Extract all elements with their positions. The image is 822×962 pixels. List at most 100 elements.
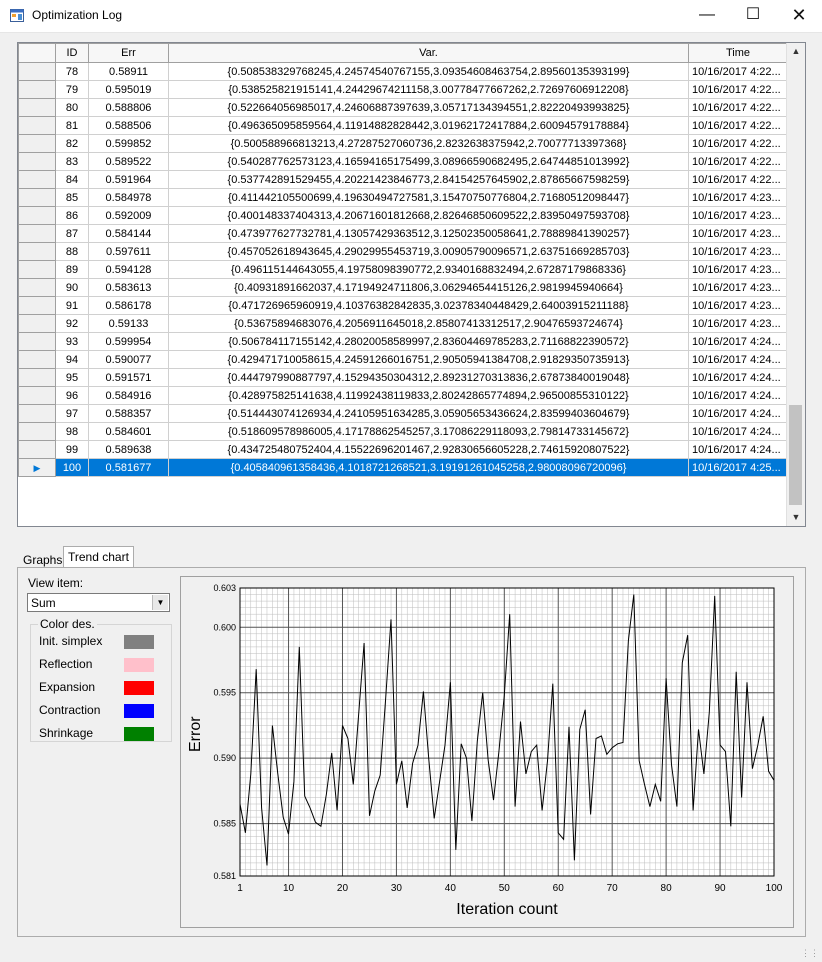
column-header-var[interactable]: Var. bbox=[168, 43, 689, 63]
row-header[interactable] bbox=[18, 260, 56, 279]
cell-var[interactable]: {0.473977627732781,4.13057429363512,3.12… bbox=[168, 224, 689, 243]
column-header-time[interactable]: Time bbox=[688, 43, 788, 63]
row-header[interactable] bbox=[18, 152, 56, 171]
cell-var[interactable]: {0.496115144643055,4.19758098390772,2.93… bbox=[168, 260, 689, 279]
cell-var[interactable]: {0.540287762573123,4.16594165175499,3.08… bbox=[168, 152, 689, 171]
table-row[interactable]: 85 0.584978 {0.411442105500699,4.196304947… bbox=[18, 188, 788, 207]
cell-time[interactable]: 10/16/2017 4:24... bbox=[688, 386, 788, 405]
cell-err[interactable]: 0.581677 bbox=[88, 458, 169, 477]
cell-id[interactable]: 98 bbox=[55, 422, 89, 441]
row-header[interactable] bbox=[18, 314, 56, 333]
cell-id[interactable]: 85 bbox=[55, 188, 89, 207]
cell-err[interactable]: 0.590077 bbox=[88, 350, 169, 369]
cell-var[interactable]: {0.444797990887797,4.15294350304312,2.89… bbox=[168, 368, 689, 387]
row-header[interactable] bbox=[18, 422, 56, 441]
cell-var[interactable]: {0.429471710058615,4.24591266016751,2.90… bbox=[168, 350, 689, 369]
column-header-id[interactable]: ID bbox=[55, 43, 89, 63]
table-row[interactable]: 92 0.59133 {0.53675894683076,4.20569116450… bbox=[18, 314, 788, 333]
cell-id[interactable]: 80 bbox=[55, 98, 89, 117]
cell-time[interactable]: 10/16/2017 4:22... bbox=[688, 170, 788, 189]
table-row[interactable]: 81 0.588506 {0.496365095859564,4.119148828… bbox=[18, 116, 788, 135]
cell-id[interactable]: 91 bbox=[55, 296, 89, 315]
cell-err[interactable]: 0.584144 bbox=[88, 224, 169, 243]
row-header[interactable] bbox=[18, 80, 56, 99]
row-header[interactable] bbox=[18, 224, 56, 243]
cell-id[interactable]: 82 bbox=[55, 134, 89, 153]
cell-id[interactable]: 96 bbox=[55, 386, 89, 405]
cell-var[interactable]: {0.400148337404313,4.20671601812668,2.82… bbox=[168, 206, 689, 225]
table-row[interactable]: 87 0.584144 {0.473977627732781,4.130574293… bbox=[18, 224, 788, 243]
resize-grip-icon[interactable]: ⋮⋮ bbox=[801, 948, 819, 959]
table-row[interactable]: 91 0.586178 {0.471726965960919,4.103763828… bbox=[18, 296, 788, 315]
cell-err[interactable]: 0.59133 bbox=[88, 314, 169, 333]
row-header[interactable] bbox=[18, 404, 56, 423]
cell-var[interactable]: {0.411442105500699,4.19630494727581,3.15… bbox=[168, 188, 689, 207]
cell-time[interactable]: 10/16/2017 4:24... bbox=[688, 440, 788, 459]
cell-err[interactable]: 0.588806 bbox=[88, 98, 169, 117]
cell-err[interactable]: 0.584916 bbox=[88, 386, 169, 405]
close-button[interactable]: ✕ bbox=[776, 0, 822, 32]
cell-var[interactable]: {0.405840961358436,4.1018721268521,3.191… bbox=[168, 458, 689, 477]
row-header[interactable] bbox=[18, 350, 56, 369]
cell-time[interactable]: 10/16/2017 4:23... bbox=[688, 296, 788, 315]
cell-err[interactable]: 0.588506 bbox=[88, 116, 169, 135]
cell-time[interactable]: 10/16/2017 4:22... bbox=[688, 80, 788, 99]
cell-id[interactable]: 100 bbox=[55, 458, 89, 477]
row-header[interactable] bbox=[18, 278, 56, 297]
maximize-button[interactable]: ☐ bbox=[730, 0, 776, 32]
cell-time[interactable]: 10/16/2017 4:24... bbox=[688, 404, 788, 423]
cell-var[interactable]: {0.457052618943645,4.29029955453719,3.00… bbox=[168, 242, 689, 261]
cell-var[interactable]: {0.522664056985017,4.24606887397639,3.05… bbox=[168, 98, 689, 117]
cell-var[interactable]: {0.434725480752404,4.15522696201467,2.92… bbox=[168, 440, 689, 459]
cell-id[interactable]: 83 bbox=[55, 152, 89, 171]
cell-var[interactable]: {0.514443074126934,4.24105951634285,3.05… bbox=[168, 404, 689, 423]
scroll-down-icon[interactable]: ▼ bbox=[787, 509, 805, 526]
tab-trend-chart[interactable]: Trend chart bbox=[63, 546, 134, 569]
cell-err[interactable]: 0.586178 bbox=[88, 296, 169, 315]
view-item-select[interactable]: Sum ▼ bbox=[27, 593, 170, 612]
cell-id[interactable]: 93 bbox=[55, 332, 89, 351]
cell-time[interactable]: 10/16/2017 4:23... bbox=[688, 206, 788, 225]
cell-var[interactable]: {0.508538329768245,4.24574540767155,3.09… bbox=[168, 62, 689, 81]
row-header[interactable] bbox=[18, 368, 56, 387]
cell-time[interactable]: 10/16/2017 4:22... bbox=[688, 62, 788, 81]
cell-time[interactable]: 10/16/2017 4:23... bbox=[688, 224, 788, 243]
cell-id[interactable]: 92 bbox=[55, 314, 89, 333]
cell-time[interactable]: 10/16/2017 4:22... bbox=[688, 98, 788, 117]
table-row[interactable]: 93 0.599954 {0.506784117155142,4.280200585… bbox=[18, 332, 788, 351]
row-header[interactable] bbox=[18, 116, 56, 135]
cell-id[interactable]: 97 bbox=[55, 404, 89, 423]
cell-id[interactable]: 89 bbox=[55, 260, 89, 279]
scroll-up-icon[interactable]: ▲ bbox=[787, 43, 805, 60]
row-header[interactable] bbox=[18, 242, 56, 261]
cell-err[interactable]: 0.591964 bbox=[88, 170, 169, 189]
row-header[interactable] bbox=[18, 440, 56, 459]
cell-err[interactable]: 0.58911 bbox=[88, 62, 169, 81]
cell-var[interactable]: {0.40931891662037,4.17194924711806,3.062… bbox=[168, 278, 689, 297]
row-header[interactable] bbox=[18, 98, 56, 117]
row-header[interactable] bbox=[18, 386, 56, 405]
cell-var[interactable]: {0.506784117155142,4.28020058589997,2.83… bbox=[168, 332, 689, 351]
row-header[interactable]: ▶ bbox=[18, 458, 56, 477]
chevron-down-icon[interactable]: ▼ bbox=[152, 595, 168, 610]
cell-time[interactable]: 10/16/2017 4:24... bbox=[688, 422, 788, 441]
cell-id[interactable]: 95 bbox=[55, 368, 89, 387]
vertical-scrollbar[interactable]: ▲ ▼ bbox=[786, 43, 805, 526]
cell-time[interactable]: 10/16/2017 4:24... bbox=[688, 368, 788, 387]
cell-id[interactable]: 84 bbox=[55, 170, 89, 189]
table-row[interactable]: 82 0.599852 {0.500588966813213,4.272875270… bbox=[18, 134, 788, 153]
cell-err[interactable]: 0.591571 bbox=[88, 368, 169, 387]
cell-id[interactable]: 81 bbox=[55, 116, 89, 135]
cell-time[interactable]: 10/16/2017 4:23... bbox=[688, 188, 788, 207]
cell-var[interactable]: {0.537742891529455,4.20221423846773,2.84… bbox=[168, 170, 689, 189]
cell-err[interactable]: 0.588357 bbox=[88, 404, 169, 423]
cell-id[interactable]: 78 bbox=[55, 62, 89, 81]
row-header[interactable] bbox=[18, 134, 56, 153]
table-row[interactable]: 83 0.589522 {0.540287762573123,4.165941651… bbox=[18, 152, 788, 171]
column-header-err[interactable]: Err bbox=[88, 43, 169, 63]
cell-id[interactable]: 94 bbox=[55, 350, 89, 369]
table-row[interactable]: 89 0.594128 {0.496115144643055,4.197580983… bbox=[18, 260, 788, 279]
cell-err[interactable]: 0.584978 bbox=[88, 188, 169, 207]
table-row[interactable]: 99 0.589638 {0.434725480752404,4.155226962… bbox=[18, 440, 788, 459]
cell-time[interactable]: 10/16/2017 4:24... bbox=[688, 332, 788, 351]
